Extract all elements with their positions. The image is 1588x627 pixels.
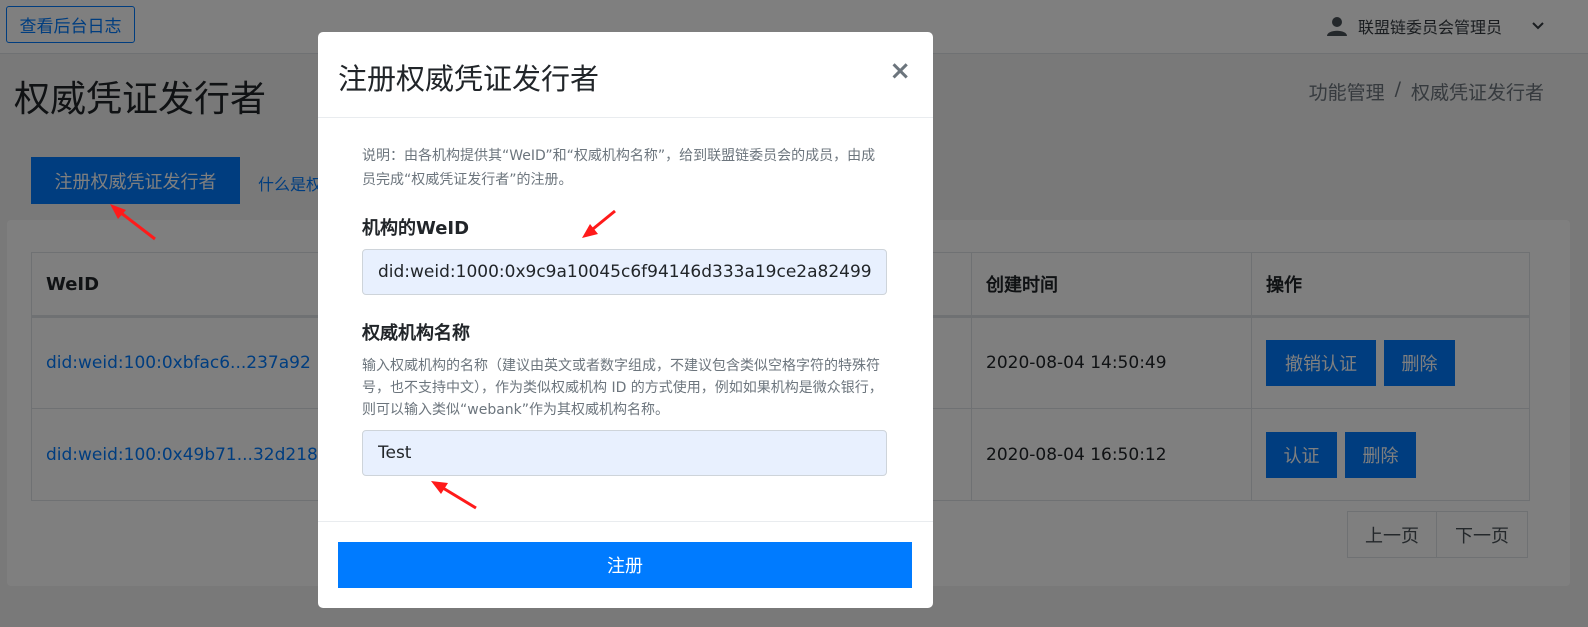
annotation-arrow-icon: [582, 209, 616, 238]
annotation-arrow-icon: [431, 481, 477, 510]
annotation-arrow-icon: [110, 204, 156, 241]
annotation-arrows: [110, 204, 616, 510]
